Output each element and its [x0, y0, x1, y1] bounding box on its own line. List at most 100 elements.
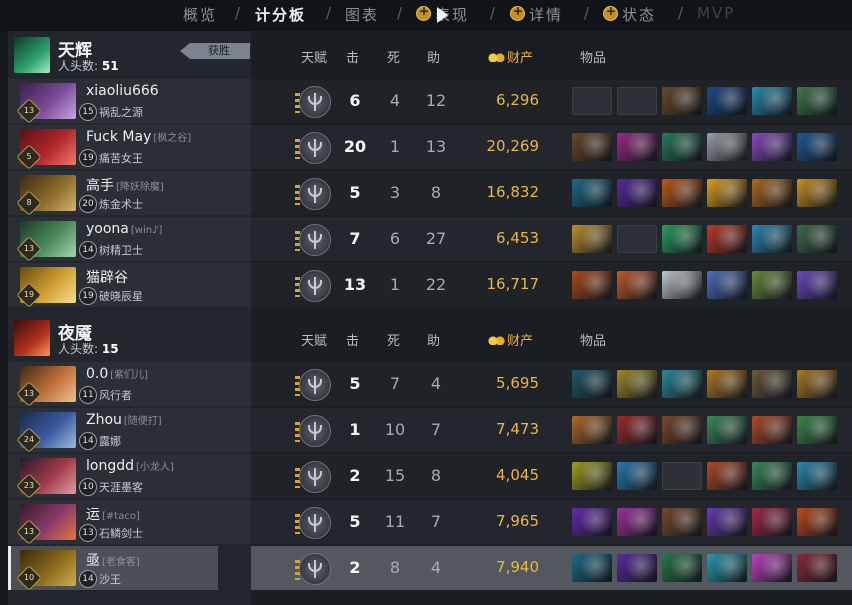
- scoreboard-nav: 概览 / 计分板 / 图表 / 表现 / 详情 / 状态 / MVP: [0, 0, 852, 31]
- talent-tree-icon[interactable]: [299, 461, 331, 493]
- player-row[interactable]: 10 亟 [老食客] 14 沙王: [8, 546, 218, 591]
- item-icon[interactable]: [572, 554, 612, 582]
- talent-tree-icon[interactable]: [299, 132, 331, 164]
- player-row[interactable]: 13 运 [#taco] 13 石鳞剑士: [8, 500, 251, 545]
- item-icon[interactable]: [797, 225, 837, 253]
- item-icon[interactable]: [707, 133, 747, 161]
- stat-row: 2 8 4 7,940: [251, 546, 852, 590]
- nav-divider: /: [235, 4, 241, 22]
- item-icon[interactable]: [707, 87, 747, 115]
- item-icon[interactable]: [752, 271, 792, 299]
- item-icon[interactable]: [707, 370, 747, 398]
- tab-scoreboard[interactable]: 计分板: [255, 4, 306, 25]
- radiant-team-header: 天辉 人头数: 51 获胜: [8, 33, 251, 77]
- item-icon[interactable]: [662, 179, 702, 207]
- item-icon[interactable]: [752, 462, 792, 490]
- item-icon[interactable]: [797, 508, 837, 536]
- player-name[interactable]: Fuck May [枫之谷]: [86, 129, 191, 145]
- talent-tree-icon[interactable]: [299, 86, 331, 118]
- item-icon[interactable]: [707, 271, 747, 299]
- col-items: 物品: [580, 51, 607, 66]
- tab-graphs[interactable]: 图表: [345, 4, 379, 25]
- tab-overview[interactable]: 概览: [183, 4, 217, 25]
- item-icon[interactable]: [572, 416, 612, 444]
- item-icon[interactable]: [797, 416, 837, 444]
- item-icon[interactable]: [572, 508, 612, 536]
- item-icon[interactable]: [617, 508, 657, 536]
- talent-tree-icon[interactable]: [299, 553, 331, 585]
- item-icon[interactable]: [797, 133, 837, 161]
- player-name[interactable]: 亟 [老食客]: [86, 550, 140, 570]
- item-icon[interactable]: [572, 462, 612, 490]
- tab-status[interactable]: 状态: [603, 4, 656, 25]
- item-icon[interactable]: [707, 225, 747, 253]
- player-name[interactable]: 猫辟谷: [86, 267, 128, 287]
- item-icon[interactable]: [707, 508, 747, 536]
- player-name[interactable]: longdd [小龙人]: [86, 458, 174, 474]
- player-name[interactable]: 运 [#taco]: [86, 504, 140, 524]
- tab-mvp[interactable]: MVP: [697, 4, 735, 22]
- item-icon[interactable]: [617, 179, 657, 207]
- item-icon[interactable]: [572, 179, 612, 207]
- item-icon[interactable]: [752, 554, 792, 582]
- item-icon[interactable]: [617, 370, 657, 398]
- item-icon[interactable]: [662, 370, 702, 398]
- talent-tree-icon[interactable]: [299, 507, 331, 539]
- item-icon[interactable]: [572, 225, 612, 253]
- item-icon[interactable]: [797, 554, 837, 582]
- item-icon[interactable]: [572, 133, 612, 161]
- item-icon[interactable]: [662, 133, 702, 161]
- player-name[interactable]: yoona [win♪]: [86, 221, 162, 237]
- item-icon[interactable]: [752, 508, 792, 536]
- item-icon[interactable]: [707, 416, 747, 444]
- player-row[interactable]: 13 0.0 [紫们儿] 11 风行者: [8, 362, 251, 407]
- item-icon[interactable]: [752, 179, 792, 207]
- item-icon[interactable]: [707, 179, 747, 207]
- item-icon[interactable]: [662, 271, 702, 299]
- talent-tree-icon[interactable]: [299, 270, 331, 302]
- item-icon[interactable]: [752, 87, 792, 115]
- item-icon[interactable]: [797, 462, 837, 490]
- item-icon[interactable]: [752, 416, 792, 444]
- player-name[interactable]: 0.0 [紫们儿]: [86, 366, 148, 382]
- player-name[interactable]: 高手 [降妖除魔]: [86, 175, 164, 195]
- item-icon[interactable]: [662, 508, 702, 536]
- player-name[interactable]: xiaoliu666: [86, 83, 159, 99]
- item-icon[interactable]: [752, 370, 792, 398]
- player-row[interactable]: 13 yoona [win♪] 14 树精卫士: [8, 217, 251, 262]
- item-icon[interactable]: [662, 87, 702, 115]
- item-icon[interactable]: [797, 370, 837, 398]
- item-icon[interactable]: [617, 133, 657, 161]
- item-icon[interactable]: [752, 133, 792, 161]
- item-icon[interactable]: [617, 462, 657, 490]
- talent-tree-icon[interactable]: [299, 415, 331, 447]
- item-icon[interactable]: [572, 271, 612, 299]
- col-networth: 财产: [488, 47, 533, 66]
- item-icon[interactable]: [797, 179, 837, 207]
- item-icon[interactable]: [662, 225, 702, 253]
- item-icon[interactable]: [617, 271, 657, 299]
- tab-details[interactable]: 详情: [510, 4, 563, 25]
- col-items: 物品: [580, 334, 607, 349]
- player-name[interactable]: Zhou [随便打]: [86, 412, 162, 428]
- item-icon[interactable]: [797, 271, 837, 299]
- item-icon[interactable]: [572, 370, 612, 398]
- item-icon[interactable]: [797, 87, 837, 115]
- talent-tree-icon[interactable]: [299, 369, 331, 401]
- item-icon[interactable]: [752, 225, 792, 253]
- stat-row: 20 1 13 20,269: [251, 125, 852, 169]
- player-row[interactable]: 19 猫辟谷 19 破晓辰星: [8, 263, 251, 308]
- item-icon[interactable]: [662, 416, 702, 444]
- player-row[interactable]: 24 Zhou [随便打] 14 露娜: [8, 408, 251, 453]
- talent-tree-icon[interactable]: [299, 178, 331, 210]
- item-icon[interactable]: [617, 554, 657, 582]
- player-row[interactable]: 13 xiaoliu666 15 祸乱之源: [8, 79, 251, 124]
- player-row[interactable]: 23 longdd [小龙人] 10 天涯墨客: [8, 454, 251, 499]
- talent-tree-icon[interactable]: [299, 224, 331, 256]
- item-icon[interactable]: [617, 416, 657, 444]
- item-icon[interactable]: [707, 462, 747, 490]
- item-icon[interactable]: [662, 554, 702, 582]
- player-row[interactable]: 8 高手 [降妖除魔] 20 炼金术士: [8, 171, 251, 216]
- player-row[interactable]: 5 Fuck May [枫之谷] 19 痛苦女王: [8, 125, 251, 170]
- item-icon[interactable]: [707, 554, 747, 582]
